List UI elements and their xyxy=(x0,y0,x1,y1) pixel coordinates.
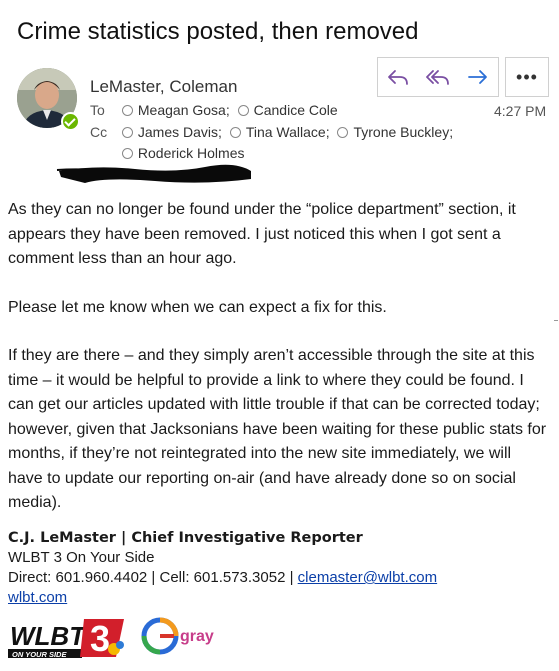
forward-button[interactable] xyxy=(458,58,498,96)
recipient[interactable]: James Davis; xyxy=(138,124,222,140)
recipient-status-icon xyxy=(121,148,133,159)
gray-logo: gray xyxy=(141,617,214,655)
recipient-status-icon xyxy=(121,127,133,138)
wlbt-logo: WLBT ON YOUR SIDE 3 xyxy=(8,618,124,659)
reply-icon xyxy=(388,70,408,85)
svg-text:gray: gray xyxy=(180,628,214,645)
recipient-status-icon xyxy=(121,105,133,116)
recipient[interactable]: Tyrone Buckley; xyxy=(353,124,453,140)
signature-website-link[interactable]: wlbt.com xyxy=(8,589,67,606)
scrollbar-marker[interactable] xyxy=(554,320,558,321)
body-paragraph: If they are there – and they simply aren… xyxy=(8,347,547,511)
recipient-status-icon xyxy=(337,127,349,138)
recipient[interactable]: Candice Cole xyxy=(254,102,338,118)
more-actions-button[interactable]: ••• xyxy=(505,57,549,97)
signature-org: WLBT 3 On Your Side xyxy=(8,549,155,566)
station-logos: WLBT ON YOUR SIDE 3 gray xyxy=(8,617,214,659)
recipient-status-icon xyxy=(237,105,249,116)
sender-name[interactable]: LeMaster, Coleman xyxy=(90,77,237,97)
svg-text:ON YOUR SIDE: ON YOUR SIDE xyxy=(12,650,67,659)
body-paragraph: As they can no longer be found under the… xyxy=(8,201,516,267)
signature-phones: Direct: 601.960.4402 | Cell: 601.573.305… xyxy=(8,569,298,586)
recipient[interactable]: Meagan Gosa; xyxy=(138,102,230,118)
recipient[interactable]: Roderick Holmes xyxy=(138,145,245,161)
email-subject: Crime statistics posted, then removed xyxy=(17,18,419,45)
reply-all-button[interactable] xyxy=(418,58,458,96)
cc-label: Cc xyxy=(90,124,108,140)
signature-email-link[interactable]: clemaster@wlbt.com xyxy=(298,569,437,586)
signature-name-title: C.J. LeMaster | Chief Investigative Repo… xyxy=(8,530,363,546)
reply-button[interactable] xyxy=(378,58,418,96)
signature-contact: Direct: 601.960.4402 | Cell: 601.573.305… xyxy=(8,568,437,588)
body-paragraph: Please let me know when we can expect a … xyxy=(8,298,387,316)
redaction-scribble xyxy=(56,164,251,183)
cc-row: Cc James Davis; Tina Wallace; Tyrone Buc… xyxy=(90,124,457,140)
cc-row-continued: Roderick Holmes xyxy=(90,145,248,161)
forward-arrow-icon xyxy=(468,70,487,84)
reply-all-icon xyxy=(426,70,449,85)
email-body: As they can no longer be found under the… xyxy=(8,198,548,540)
svg-text:WLBT: WLBT xyxy=(10,621,87,651)
to-row: To Meagan Gosa; Candice Cole xyxy=(90,102,342,118)
presence-available-icon xyxy=(61,112,80,131)
to-label: To xyxy=(90,102,105,118)
reply-actions xyxy=(377,57,499,97)
received-time: 4:27 PM xyxy=(494,103,547,119)
recipient[interactable]: Tina Wallace; xyxy=(246,124,330,140)
svg-text:3: 3 xyxy=(90,618,110,659)
signature-block: C.J. LeMaster | Chief Investigative Repo… xyxy=(8,528,437,608)
recipient-status-icon xyxy=(229,127,241,138)
